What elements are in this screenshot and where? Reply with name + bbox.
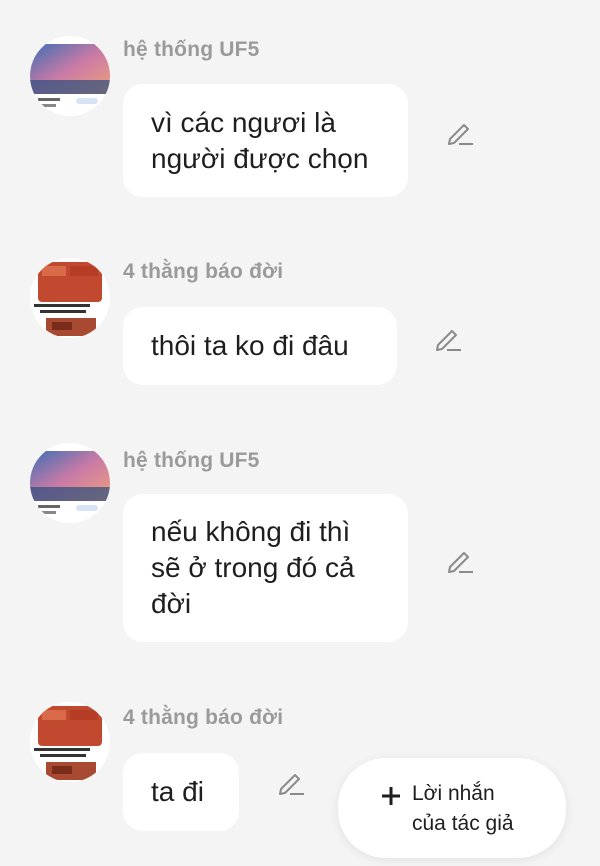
pencil-icon[interactable] — [433, 323, 463, 353]
plus-icon — [382, 787, 400, 805]
pencil-icon[interactable] — [445, 545, 475, 575]
message-text: thôi ta ko đi đâu — [151, 330, 349, 361]
sender-name: 4 thằng báo đời — [123, 706, 284, 729]
message-bubble: vì các ngươi là người được chọn — [123, 84, 408, 197]
message-bubble: nếu không đi thì sẽ ở trong đó cả đời — [123, 494, 408, 642]
message-text: vì các ngươi là người được chọn — [151, 106, 369, 174]
avatar-uf5[interactable] — [30, 36, 110, 116]
pencil-icon[interactable] — [276, 767, 306, 797]
message-text: nếu không đi thì sẽ ở trong đó cả đời — [151, 516, 355, 619]
sender-name: 4 thằng báo đời — [123, 260, 284, 283]
author-note-button[interactable]: Lời nhắn của tác giả — [338, 758, 566, 858]
author-note-label-2: của tác giả — [412, 812, 514, 835]
pencil-icon[interactable] — [445, 117, 475, 147]
message-bubble: thôi ta ko đi đâu — [123, 307, 397, 385]
message-text: ta đi — [151, 776, 204, 807]
avatar-brick[interactable] — [30, 702, 110, 782]
message-bubble: ta đi — [123, 753, 239, 831]
avatar-brick[interactable] — [30, 258, 110, 338]
sender-name: hệ thống UF5 — [123, 449, 260, 472]
sender-name: hệ thống UF5 — [123, 38, 260, 61]
avatar-uf5[interactable] — [30, 443, 110, 523]
author-note-label: Lời nhắn — [412, 782, 495, 805]
